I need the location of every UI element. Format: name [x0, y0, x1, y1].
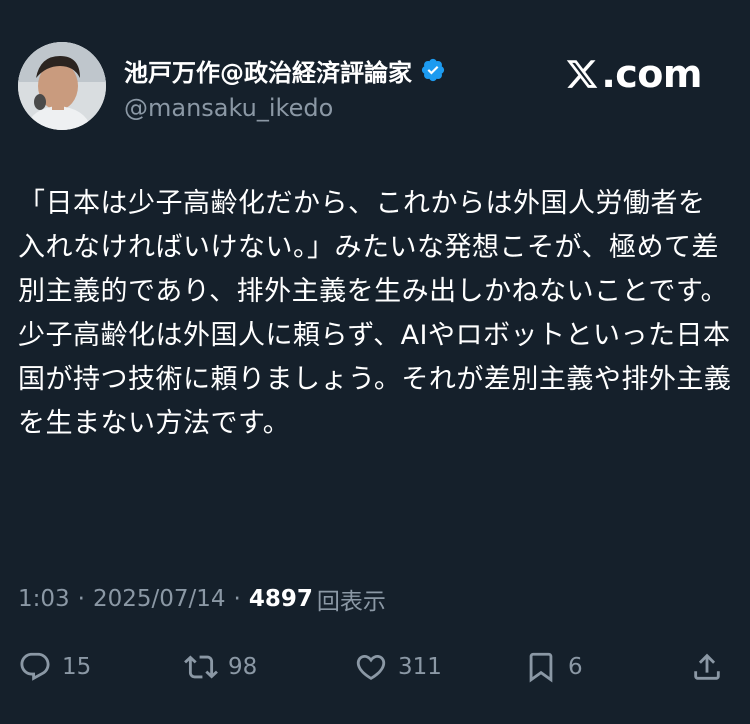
name-row: 池戸万作@政治経済評論家: [124, 53, 446, 88]
like-count: 311: [398, 654, 442, 680]
share-button[interactable]: [690, 642, 724, 692]
reply-icon: [20, 652, 50, 681]
x-logo-icon: [567, 60, 598, 88]
views-count: 4897: [248, 586, 313, 612]
avatar[interactable]: [18, 42, 106, 130]
tweet-header: 池戸万作@政治経済評論家 @mansaku_ikedo .com: [18, 42, 732, 134]
brand-watermark: .com: [565, 52, 702, 96]
meta-separator: ·: [77, 586, 85, 612]
tweet-time[interactable]: 1:03: [18, 586, 70, 612]
verified-badge-icon: [420, 57, 446, 83]
tweet-meta: 1:03 · 2025/07/14 · 4897 回表示: [18, 582, 386, 616]
retweet-count: 98: [228, 654, 258, 680]
brand-label: .com: [601, 52, 702, 96]
tweet-text: 「日本は少子高齢化だから、これからは外国人労働者を入れなければいけない。」みたい…: [18, 188, 732, 439]
tweet-date[interactable]: 2025/07/14: [93, 586, 226, 612]
reply-button[interactable]: 15: [18, 642, 91, 692]
bookmark-count: 6: [568, 654, 583, 680]
retweet-button[interactable]: 98: [184, 642, 257, 692]
action-bar: 15 98 311 6: [18, 642, 732, 692]
meta-separator: ·: [233, 586, 241, 612]
retweet-icon: [184, 655, 218, 679]
heart-icon: [356, 654, 386, 680]
share-icon: [694, 653, 720, 680]
display-name[interactable]: 池戸万作@政治経済評論家: [124, 53, 412, 88]
bookmark-icon: [529, 652, 553, 683]
like-button[interactable]: 311: [354, 642, 442, 692]
views-label: 回表示: [316, 589, 386, 615]
user-handle[interactable]: @mansaku_ikedo: [124, 94, 333, 122]
reply-count: 15: [62, 654, 92, 680]
bookmark-button[interactable]: 6: [524, 642, 583, 692]
avatar-photo: [18, 42, 106, 130]
